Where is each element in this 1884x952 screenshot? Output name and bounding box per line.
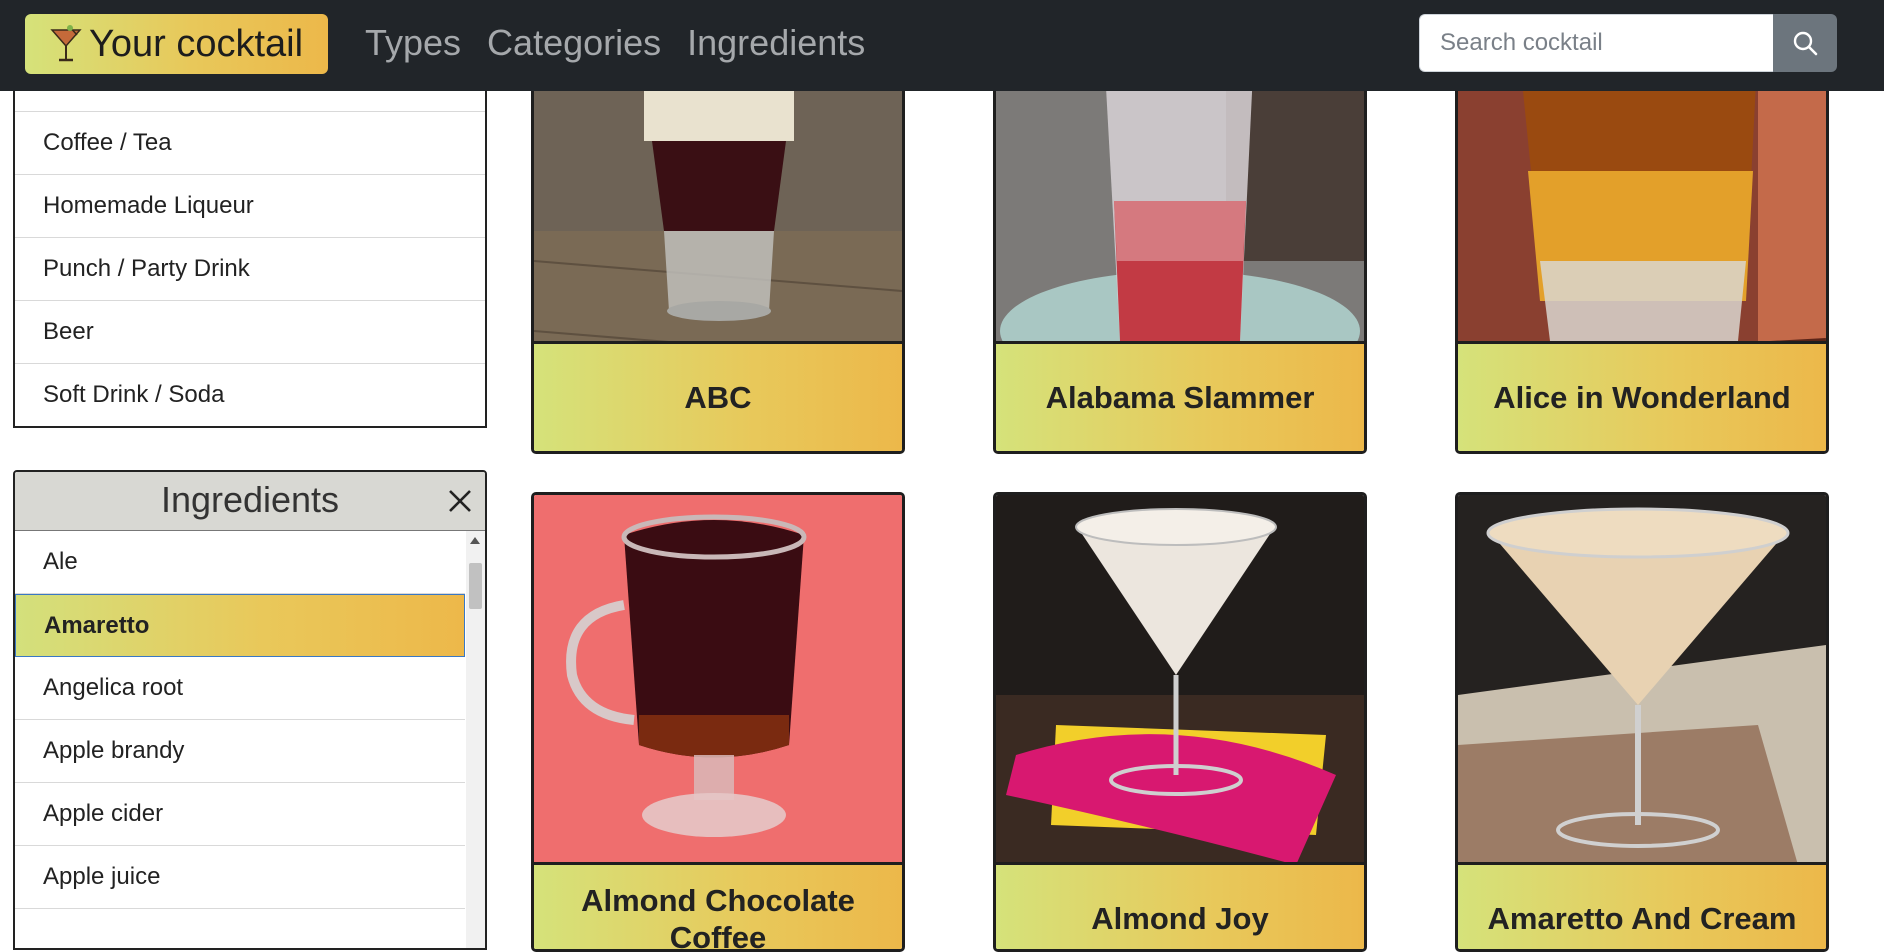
cocktail-card-abc[interactable]: ABC (531, 60, 905, 454)
ingredients-title: Ingredients (160, 479, 340, 520)
cocktail-card-amaretto-and-cream[interactable]: Amaretto And Cream (1455, 492, 1829, 952)
ingredients-header: Ingredients (15, 472, 485, 531)
cocktail-card-alice-in-wonderland[interactable]: Alice in Wonderland (1455, 60, 1829, 454)
ingredients-panel: Ingredients Ale Amaretto Angelica root A… (13, 470, 487, 950)
cocktail-name: Alice in Wonderland (1458, 341, 1826, 451)
ingredient-item-ale[interactable]: Ale (15, 531, 465, 594)
search-button[interactable] (1773, 14, 1837, 72)
category-item-coffee-tea[interactable]: Coffee / Tea (15, 111, 485, 174)
brand-logo[interactable]: Your cocktail (25, 14, 328, 74)
cocktail-card-almond-chocolate-coffee[interactable]: Almond Chocolate Coffee (531, 492, 905, 952)
cocktail-image (996, 495, 1364, 865)
ingredient-item-apple-cider[interactable]: Apple cider (15, 783, 465, 846)
search-input[interactable] (1419, 14, 1773, 72)
nav-links: Types Categories Ingredients (365, 20, 865, 66)
close-icon[interactable] (447, 488, 473, 514)
cocktail-name: Almond Joy (996, 862, 1364, 949)
cocktail-glass-icon (50, 25, 82, 62)
nav-link-categories[interactable]: Categories (487, 20, 661, 66)
cocktail-card-almond-joy[interactable]: Almond Joy (993, 492, 1367, 952)
brand-text: Your cocktail (89, 22, 304, 65)
navbar: Your cocktail Types Categories Ingredien… (0, 0, 1884, 91)
search-icon (1793, 31, 1818, 56)
nav-link-types[interactable]: Types (365, 20, 461, 66)
cocktail-name: Alabama Slammer (996, 341, 1364, 451)
ingredient-item-apple-brandy[interactable]: Apple brandy (15, 720, 465, 783)
categories-list: Coffee / Tea Homemade Liqueur Punch / Pa… (13, 60, 487, 428)
nav-link-ingredients[interactable]: Ingredients (687, 20, 865, 66)
cocktail-name: Almond Chocolate Coffee (534, 862, 902, 949)
ingredient-item-angelica-root[interactable]: Angelica root (15, 657, 465, 720)
category-item-punch-party-drink[interactable]: Punch / Party Drink (15, 237, 485, 300)
cocktail-name: ABC (534, 341, 902, 451)
cocktail-card-alabama-slammer[interactable]: Alabama Slammer (993, 60, 1367, 454)
cocktail-image (1458, 495, 1826, 865)
ingredient-item-amaretto[interactable]: Amaretto (15, 594, 465, 657)
scroll-thumb[interactable] (469, 563, 482, 609)
ingredient-item-next[interactable] (15, 909, 465, 948)
category-item-soft-drink-soda[interactable]: Soft Drink / Soda (15, 363, 485, 426)
category-item-homemade-liqueur[interactable]: Homemade Liqueur (15, 174, 485, 237)
cocktail-name: Amaretto And Cream (1458, 862, 1826, 949)
ingredient-item-apple-juice[interactable]: Apple juice (15, 846, 465, 909)
ingredients-list[interactable]: Ale Amaretto Angelica root Apple brandy … (15, 531, 465, 948)
scroll-up-arrow-icon[interactable] (470, 537, 480, 544)
ingredients-scrollbar[interactable] (466, 531, 485, 948)
cocktail-image (534, 495, 902, 865)
category-item-beer[interactable]: Beer (15, 300, 485, 363)
